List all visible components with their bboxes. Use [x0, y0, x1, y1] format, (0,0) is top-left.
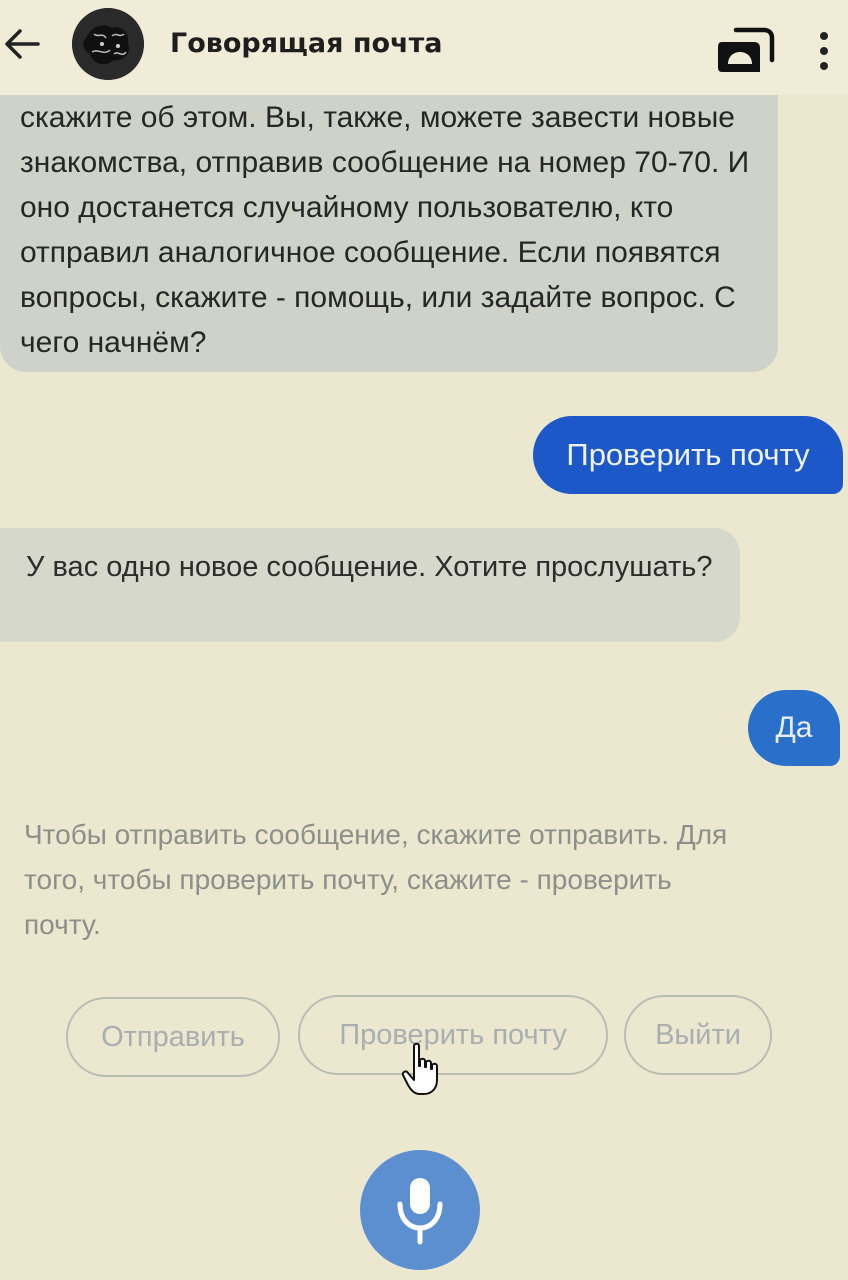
suggestion-check-mail-button[interactable]: Проверить почту [298, 995, 608, 1075]
chat-area: скажите об этом. Вы, также, можете завес… [0, 0, 848, 1280]
arrow-left-icon[interactable] [2, 22, 42, 66]
microphone-icon [397, 1178, 443, 1245]
hand-cursor-icon [401, 1042, 438, 1095]
suggestion-send-button[interactable]: Отправить [66, 997, 280, 1077]
user-message-check-mail: Проверить почту [533, 416, 843, 494]
suggestion-exit-button[interactable]: Выйти [624, 995, 772, 1075]
microphone-button[interactable] [360, 1150, 480, 1270]
avatar [72, 8, 144, 80]
bot-message-intro-text: скажите об этом. Вы, также, можете завес… [20, 101, 750, 359]
bot-message-new-mail: У вас одно новое сообщение. Хотите просл… [0, 528, 740, 642]
page-title: Говорящая почта [170, 28, 443, 59]
bot-message-hint: Чтобы отправить сообщение, скажите отпра… [24, 819, 728, 940]
switch-device-icon[interactable] [714, 22, 776, 78]
avatar-image [72, 8, 144, 80]
app-header: Говорящая почта [0, 0, 848, 95]
user-message-yes: Да [748, 690, 840, 766]
more-vertical-icon[interactable] [806, 28, 842, 74]
